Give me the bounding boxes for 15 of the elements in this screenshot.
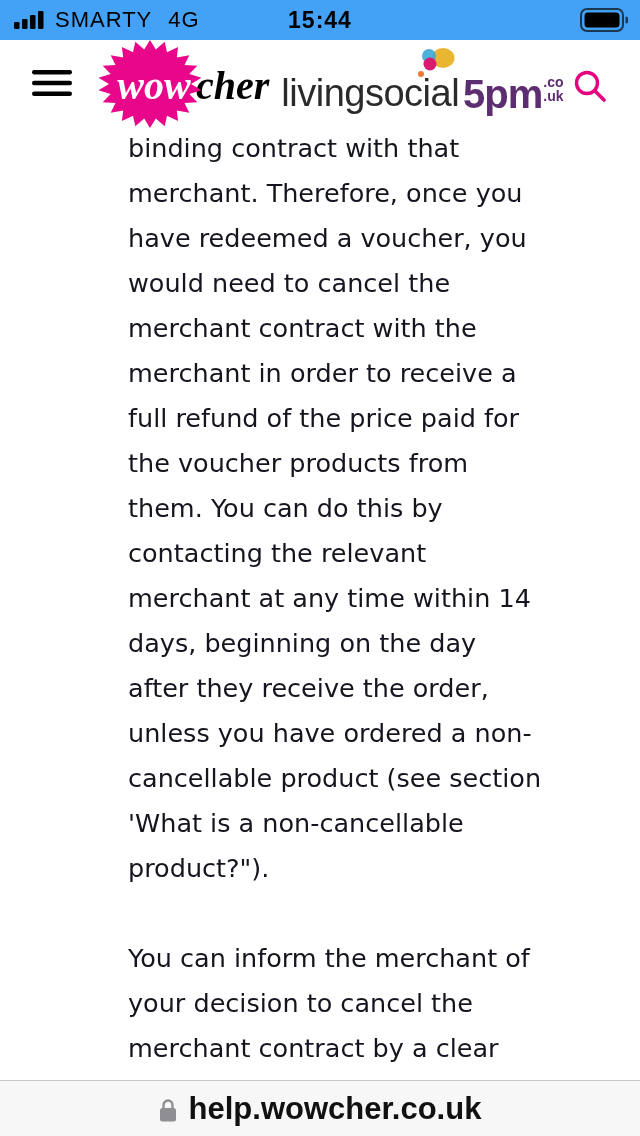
- search-icon: [573, 70, 606, 102]
- menu-button[interactable]: [32, 70, 72, 96]
- paragraph-text: You can inform the merchant of your decision to cancel the merchant contract by a clear: [128, 942, 530, 1065]
- carrier-label: SMARTY: [55, 7, 153, 33]
- signal-icon: [14, 11, 44, 29]
- wowcher-logo[interactable]: wowcher: [98, 40, 270, 128]
- livingsocial-logo[interactable]: livingsocial: [281, 46, 460, 114]
- bubbles-icon: [417, 46, 456, 78]
- battery-icon: [580, 8, 628, 32]
- network-label: 4G: [168, 7, 200, 33]
- search-button[interactable]: [573, 70, 606, 102]
- address-bar[interactable]: help.wowcher.co.uk: [0, 1080, 640, 1136]
- paragraph-text: binding contract with that merchant. Therefore, once you have redeemed a voucher, you would need to cancel the merchant contract with the merchant in order to receive a full refund of the price paid for the voucher products from them. You can do this by contacting the relevant merchant at any time within 14 days, beginning on the day after they receive the order, unless you have ordered a non- cancellable product (see section 'What is a non-cancellable product?").: [128, 132, 542, 885]
- menu-icon: [32, 70, 72, 96]
- time-label: 15:44: [288, 7, 352, 33]
